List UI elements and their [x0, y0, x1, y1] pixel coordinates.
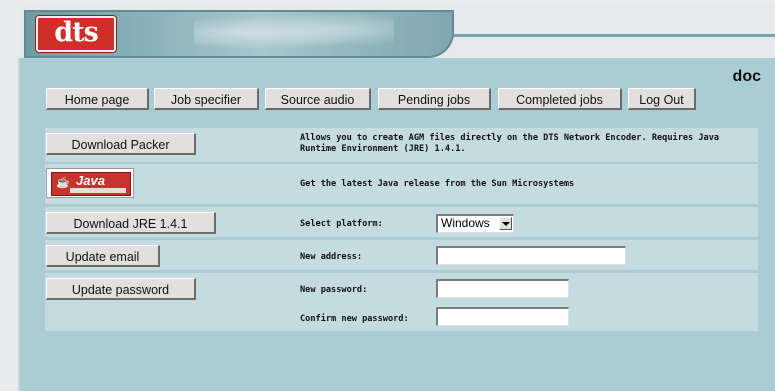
- username-label: doc: [732, 68, 761, 85]
- nav-pending-jobs-button[interactable]: Pending jobs: [378, 88, 491, 110]
- nav-home-page-button[interactable]: Home page: [46, 88, 149, 110]
- new-address-input[interactable]: [436, 246, 626, 265]
- new-password-label: New password:: [300, 285, 368, 295]
- nav-log-out-button[interactable]: Log Out: [628, 88, 696, 110]
- java-description: Get the latest Java release from the Sun…: [300, 179, 575, 189]
- confirm-password-label: Confirm new password:: [300, 314, 409, 324]
- update-password-button[interactable]: Update password: [46, 278, 196, 300]
- java-logo-text: Java: [76, 173, 105, 188]
- platform-select-value: Windows: [441, 216, 490, 230]
- header-divider: [440, 34, 775, 37]
- java-logo-strip: [70, 188, 126, 193]
- download-jre-button[interactable]: Download JRE 1.4.1: [46, 212, 216, 234]
- java-cup-icon: ☕: [56, 177, 70, 189]
- java-download-badge[interactable]: ☕ Java: [46, 168, 134, 198]
- chevron-down-icon[interactable]: [499, 217, 512, 230]
- confirm-password-input[interactable]: [436, 307, 569, 326]
- new-password-input[interactable]: [436, 279, 569, 298]
- banner-cloud-graphic: [194, 14, 394, 52]
- packer-description: Allows you to create AGM files directly …: [300, 133, 720, 154]
- nav-source-audio-button[interactable]: Source audio: [265, 88, 371, 110]
- download-packer-button[interactable]: Download Packer: [46, 133, 196, 155]
- java-logo: ☕ Java: [51, 172, 131, 196]
- nav-job-specifier-button[interactable]: Job specifier: [154, 88, 259, 110]
- update-email-button[interactable]: Update email: [46, 245, 160, 267]
- dts-logo: dts: [36, 16, 116, 52]
- select-platform-label: Select platform:: [300, 219, 383, 229]
- new-address-label: New address:: [300, 252, 363, 262]
- platform-select[interactable]: Windows: [436, 214, 514, 233]
- nav-completed-jobs-button[interactable]: Completed jobs: [498, 88, 622, 110]
